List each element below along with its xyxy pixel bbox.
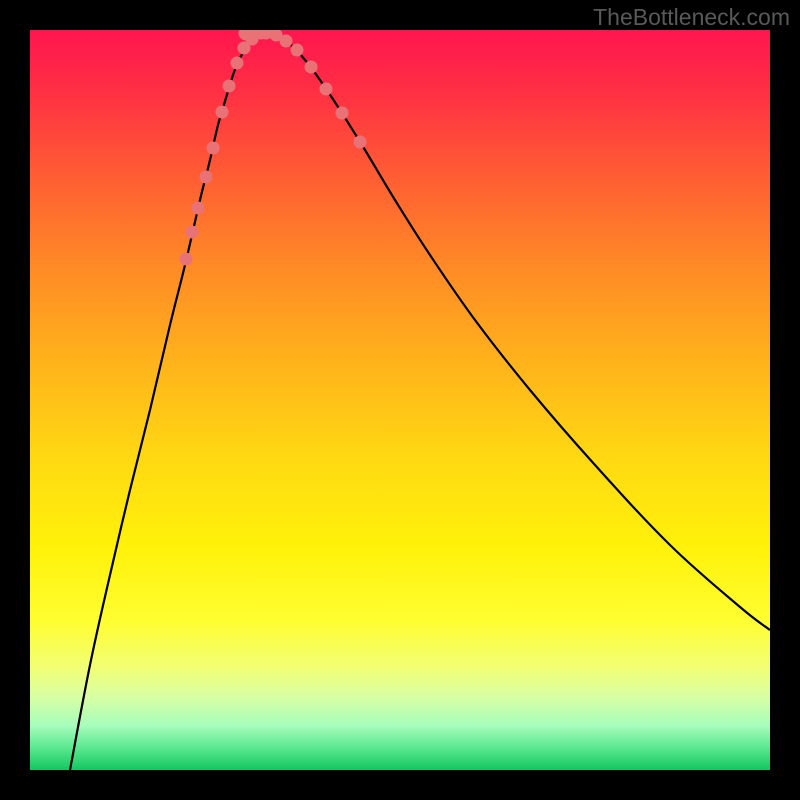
data-marker [207, 142, 220, 155]
right-curve [266, 32, 770, 630]
data-marker [320, 83, 333, 96]
data-marker [305, 61, 318, 74]
data-marker [280, 35, 293, 48]
data-marker [180, 253, 193, 266]
data-marker [192, 202, 205, 215]
watermark-text: TheBottleneck.com [593, 4, 790, 31]
chart-frame: TheBottleneck.com [0, 0, 800, 800]
left-curve [70, 32, 266, 770]
data-marker [336, 107, 349, 120]
data-marker [186, 226, 199, 239]
data-marker [354, 136, 367, 149]
data-marker [200, 171, 213, 184]
markers-plateau [239, 30, 274, 41]
chart-svg [30, 30, 770, 770]
data-marker [231, 57, 244, 70]
data-marker [216, 106, 229, 119]
plot-area [30, 30, 770, 770]
data-marker [291, 44, 304, 57]
data-marker [223, 80, 236, 93]
markers-left [180, 30, 268, 266]
